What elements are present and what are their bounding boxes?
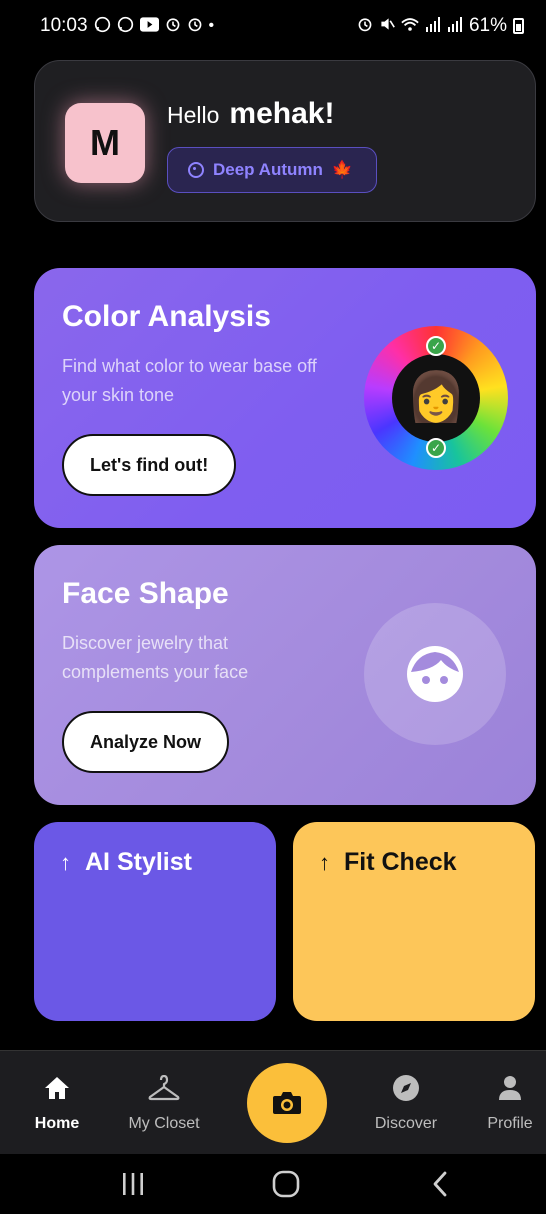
- profile-card: M Hello mehak! Deep Autumn 🍁: [34, 60, 536, 222]
- status-bar-left: 10:03 •: [40, 15, 214, 37]
- lets-find-out-button[interactable]: Let's find out!: [62, 434, 237, 496]
- color-analysis-title: Color Analysis: [62, 300, 271, 333]
- season-badge[interactable]: Deep Autumn 🍁: [167, 147, 377, 193]
- face-outline-icon: [407, 646, 463, 702]
- check-icon: ✓: [426, 438, 446, 458]
- color-analysis-description: Find what color to wear base off your sk…: [62, 356, 317, 405]
- youtube-icon: [139, 16, 159, 36]
- nav-home-label: Home: [34, 1115, 80, 1132]
- ai-stylist-title: ↑ AI Stylist: [60, 848, 192, 877]
- fit-check-label: Fit Check: [344, 848, 457, 876]
- hanger-icon: [148, 1073, 180, 1103]
- season-label: Deep Autumn: [213, 160, 323, 179]
- alarm-icon: [187, 16, 203, 36]
- palette-icon: [188, 162, 204, 178]
- avatar[interactable]: M: [65, 103, 145, 183]
- alarm-icon: [357, 16, 373, 36]
- battery-percent: 61%: [468, 15, 507, 36]
- whatsapp-icon: [94, 16, 111, 37]
- person-icon: [498, 1073, 522, 1103]
- camera-icon: [273, 1092, 301, 1114]
- recent-apps-button[interactable]: [118, 1168, 148, 1200]
- nav-my-closet-label: My Closet: [128, 1115, 200, 1132]
- status-bar: 10:03 • 61%: [0, 0, 546, 52]
- back-chevron-icon: [433, 1171, 447, 1197]
- arrow-up-icon: ↑: [319, 849, 330, 875]
- nav-discover[interactable]: Discover: [366, 1073, 446, 1133]
- fit-check-title: ↑ Fit Check: [319, 848, 457, 877]
- nav-discover-label: Discover: [374, 1115, 438, 1132]
- mute-icon: [379, 16, 395, 36]
- arrow-up-icon: ↑: [60, 849, 71, 875]
- camera-button[interactable]: [247, 1063, 327, 1143]
- nav-profile-label: Profile: [487, 1115, 533, 1132]
- battery-icon: [513, 18, 524, 34]
- greeting-text: Hello: [167, 102, 220, 128]
- greeting: Hello mehak!: [167, 97, 334, 131]
- system-nav-bar: [0, 1154, 546, 1214]
- dot-icon: •: [208, 17, 215, 34]
- fit-check-card[interactable]: ↑ Fit Check: [293, 822, 535, 1021]
- face-avatar: 👩: [392, 354, 480, 442]
- analyze-now-button[interactable]: Analyze Now: [62, 711, 230, 773]
- ai-stylist-card[interactable]: ↑ AI Stylist: [34, 822, 276, 1021]
- home-system-button[interactable]: [270, 1168, 302, 1200]
- home-circle-icon: [272, 1170, 300, 1198]
- whatsapp-icon: [117, 16, 134, 37]
- nav-my-closet[interactable]: My Closet: [120, 1073, 208, 1133]
- signal-icon: [447, 16, 463, 36]
- back-button[interactable]: [428, 1168, 452, 1200]
- color-wheel-icon: 👩 ✓ ✓: [364, 326, 508, 470]
- face-shape-title: Face Shape: [62, 577, 229, 610]
- maple-leaf-icon: 🍁: [331, 160, 354, 179]
- nav-profile[interactable]: Profile: [480, 1073, 540, 1133]
- face-icon: [364, 603, 506, 745]
- face-shape-card[interactable]: Face Shape Discover jewelry that complem…: [34, 545, 536, 805]
- face-shape-description: Discover jewelry that complements your f…: [62, 633, 249, 682]
- color-analysis-card[interactable]: Color Analysis Find what color to wear b…: [34, 268, 536, 528]
- ai-stylist-label: AI Stylist: [85, 848, 192, 876]
- signal-icon: [425, 16, 441, 36]
- nav-home[interactable]: Home: [28, 1073, 86, 1133]
- recent-apps-icon: [123, 1173, 143, 1195]
- home-icon: [44, 1073, 70, 1103]
- wifi-icon: [401, 17, 419, 36]
- status-bar-right: 61%: [357, 15, 524, 37]
- bottom-nav: Home My Closet Discover Profile: [0, 1050, 546, 1154]
- check-icon: ✓: [426, 336, 446, 356]
- status-time: 10:03: [40, 15, 88, 36]
- woman-face-icon: 👩: [406, 371, 466, 424]
- alarm-icon: [165, 16, 181, 36]
- user-name: mehak!: [229, 97, 335, 130]
- compass-icon: [392, 1073, 420, 1103]
